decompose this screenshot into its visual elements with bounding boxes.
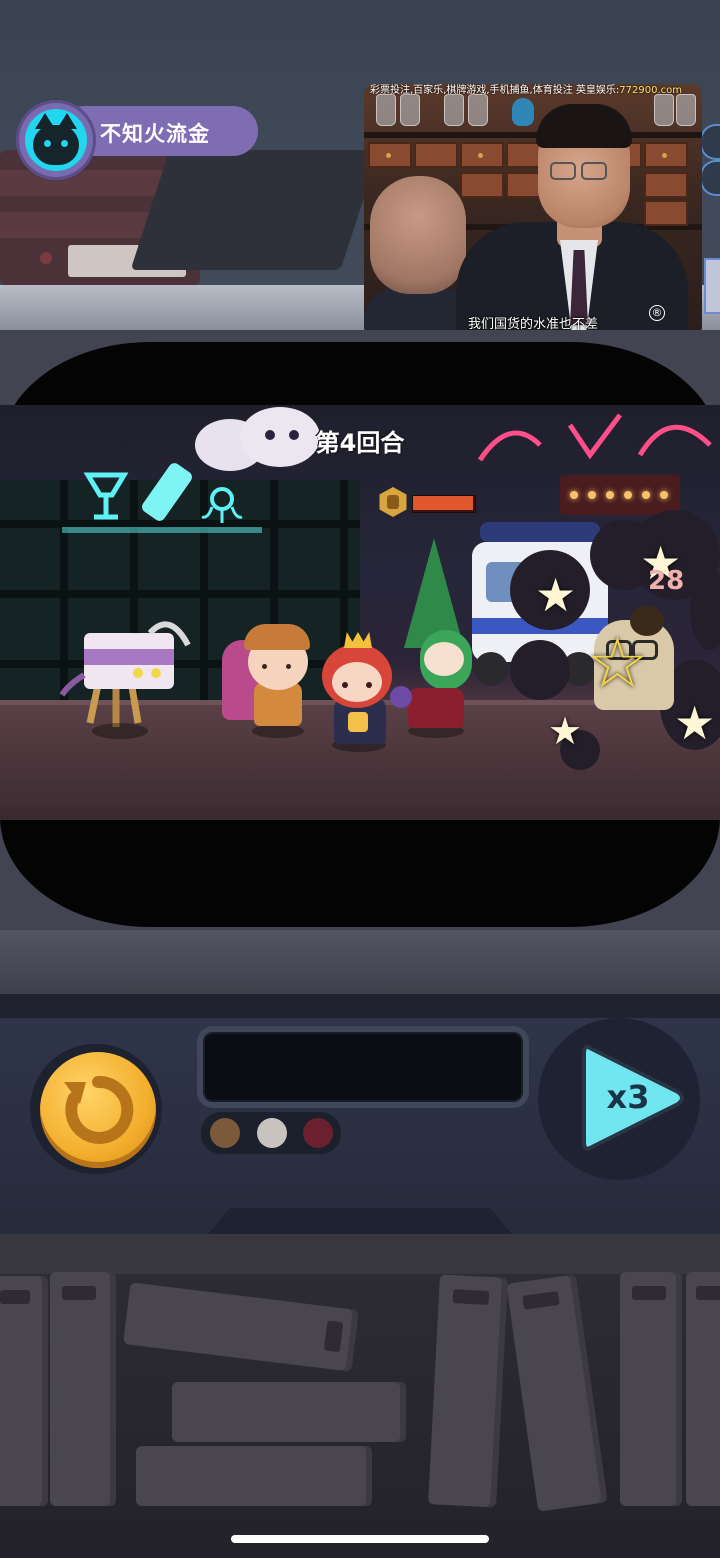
book-spine	[172, 1382, 406, 1442]
round-label: 第4回合	[315, 429, 405, 457]
ticker-text: 彩票投注,百家乐,棋牌游戏,手机捕鱼,体育投注 英皇娱乐:	[370, 85, 620, 96]
console-rim	[0, 994, 720, 1018]
laptop-decoration	[130, 150, 380, 270]
led-indicator	[210, 1118, 240, 1148]
book-spine	[428, 1274, 508, 1508]
console-top-panel	[0, 930, 720, 994]
video-overlay[interactable]: 彩票投注,百家乐,棋牌游戏,手机捕鱼,体育投注 英皇娱乐:772900.com …	[364, 84, 702, 337]
book-spine	[620, 1272, 682, 1506]
ally-detective[interactable]	[238, 622, 318, 742]
book-spine	[136, 1446, 372, 1506]
book-spine	[686, 1272, 720, 1506]
player-name: 不知火流金	[100, 122, 210, 146]
circular-arrow-icon[interactable]	[40, 1052, 156, 1168]
console-display	[203, 1032, 523, 1102]
shop-lights	[560, 475, 680, 515]
home-indicator[interactable]	[231, 1535, 489, 1543]
star-effect: ★	[674, 696, 716, 750]
bookshelf-top	[0, 1234, 720, 1274]
side-panel-tab[interactable]	[704, 258, 720, 314]
star-effect: ★	[548, 709, 583, 753]
ticker-site: 772900.com	[619, 85, 682, 96]
damage-number: 28	[648, 566, 685, 596]
star-effect: ☆	[586, 622, 649, 704]
enemy-hp-fill	[413, 496, 473, 510]
speed-label[interactable]: x3	[598, 1078, 658, 1116]
video-ad-ticker: 彩票投注,百家乐,棋牌游戏,手机捕鱼,体育投注 英皇娱乐:772900.com	[364, 84, 702, 97]
ally-red-hair-queen[interactable]	[312, 626, 402, 756]
book-spine	[0, 1276, 48, 1506]
star-effect: ★	[535, 568, 577, 622]
led-indicator	[257, 1118, 287, 1148]
signboard-monster[interactable]	[59, 615, 200, 745]
registered-mark: ®	[649, 305, 665, 321]
book-spine	[50, 1272, 116, 1506]
led-indicator	[303, 1118, 333, 1148]
cat-face-icon[interactable]	[25, 109, 87, 171]
